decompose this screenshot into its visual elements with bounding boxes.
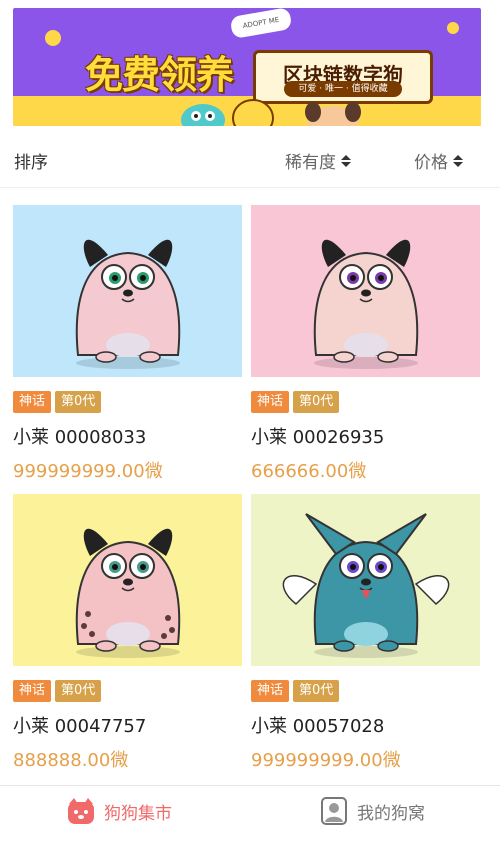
tab-my-kennel-label: 我的狗窝: [357, 803, 425, 824]
dog-image: [13, 494, 242, 666]
rarity-tag: 神话: [13, 680, 52, 702]
dog-name: 小莱 00026935: [251, 427, 385, 448]
rarity-tag: 神话: [251, 680, 290, 702]
dog-image: [251, 494, 480, 666]
bottom-tab-bar: 狗狗集市 我的狗窝: [0, 785, 500, 844]
sort-by-price-button[interactable]: 价格: [414, 148, 463, 173]
tab-dog-market-label: 狗狗集市: [104, 803, 172, 824]
dog-card[interactable]: 神话 第0代 小莱 00057028 999999999.00微: [251, 494, 480, 772]
sort-arrows-icon: [341, 154, 351, 167]
dog-image: [13, 205, 242, 377]
tab-dog-market[interactable]: 狗狗集市: [66, 796, 172, 826]
dog-price: 666666.00微: [251, 461, 367, 482]
dog-price: 999999999.00微: [13, 461, 163, 482]
rarity-tag: 神话: [251, 391, 290, 413]
dog-name: 小莱 00047757: [13, 716, 147, 737]
sort-rarity-label: 稀有度: [285, 153, 336, 173]
dog-card[interactable]: 神话 第0代 小莱 00047757 888888.00微: [13, 494, 242, 772]
rarity-tag: 神话: [13, 391, 52, 413]
sort-bar: 排序 稀有度 价格: [0, 126, 500, 188]
promo-banner[interactable]: ADOPT ME 免费领养 区块链数字狗 可爱 · 唯一 · 值得收藏: [13, 8, 481, 126]
user-profile-icon: [321, 797, 347, 825]
tab-my-kennel[interactable]: 我的狗窝: [319, 796, 425, 826]
generation-tag: 第0代: [293, 391, 340, 413]
dog-price: 999999999.00微: [251, 750, 401, 771]
sort-price-label: 价格: [414, 153, 448, 173]
generation-tag: 第0代: [293, 680, 340, 702]
dog-name: 小莱 00057028: [251, 716, 385, 737]
dog-image: [251, 205, 480, 377]
generation-tag: 第0代: [55, 680, 102, 702]
dog-card[interactable]: 神话 第0代 小莱 00008033 999999999.00微: [13, 205, 242, 483]
dog-face-icon: [68, 798, 94, 824]
dog-price: 888888.00微: [13, 750, 129, 771]
sort-arrows-icon: [453, 154, 463, 167]
sort-by-rarity-button[interactable]: 稀有度: [285, 148, 351, 173]
dog-card[interactable]: 神话 第0代 小莱 00026935 666666.00微: [251, 205, 480, 483]
dog-name: 小莱 00008033: [13, 427, 147, 448]
sort-label: 排序: [14, 153, 48, 173]
generation-tag: 第0代: [55, 391, 102, 413]
banner-dogs-illustration: [45, 22, 459, 126]
